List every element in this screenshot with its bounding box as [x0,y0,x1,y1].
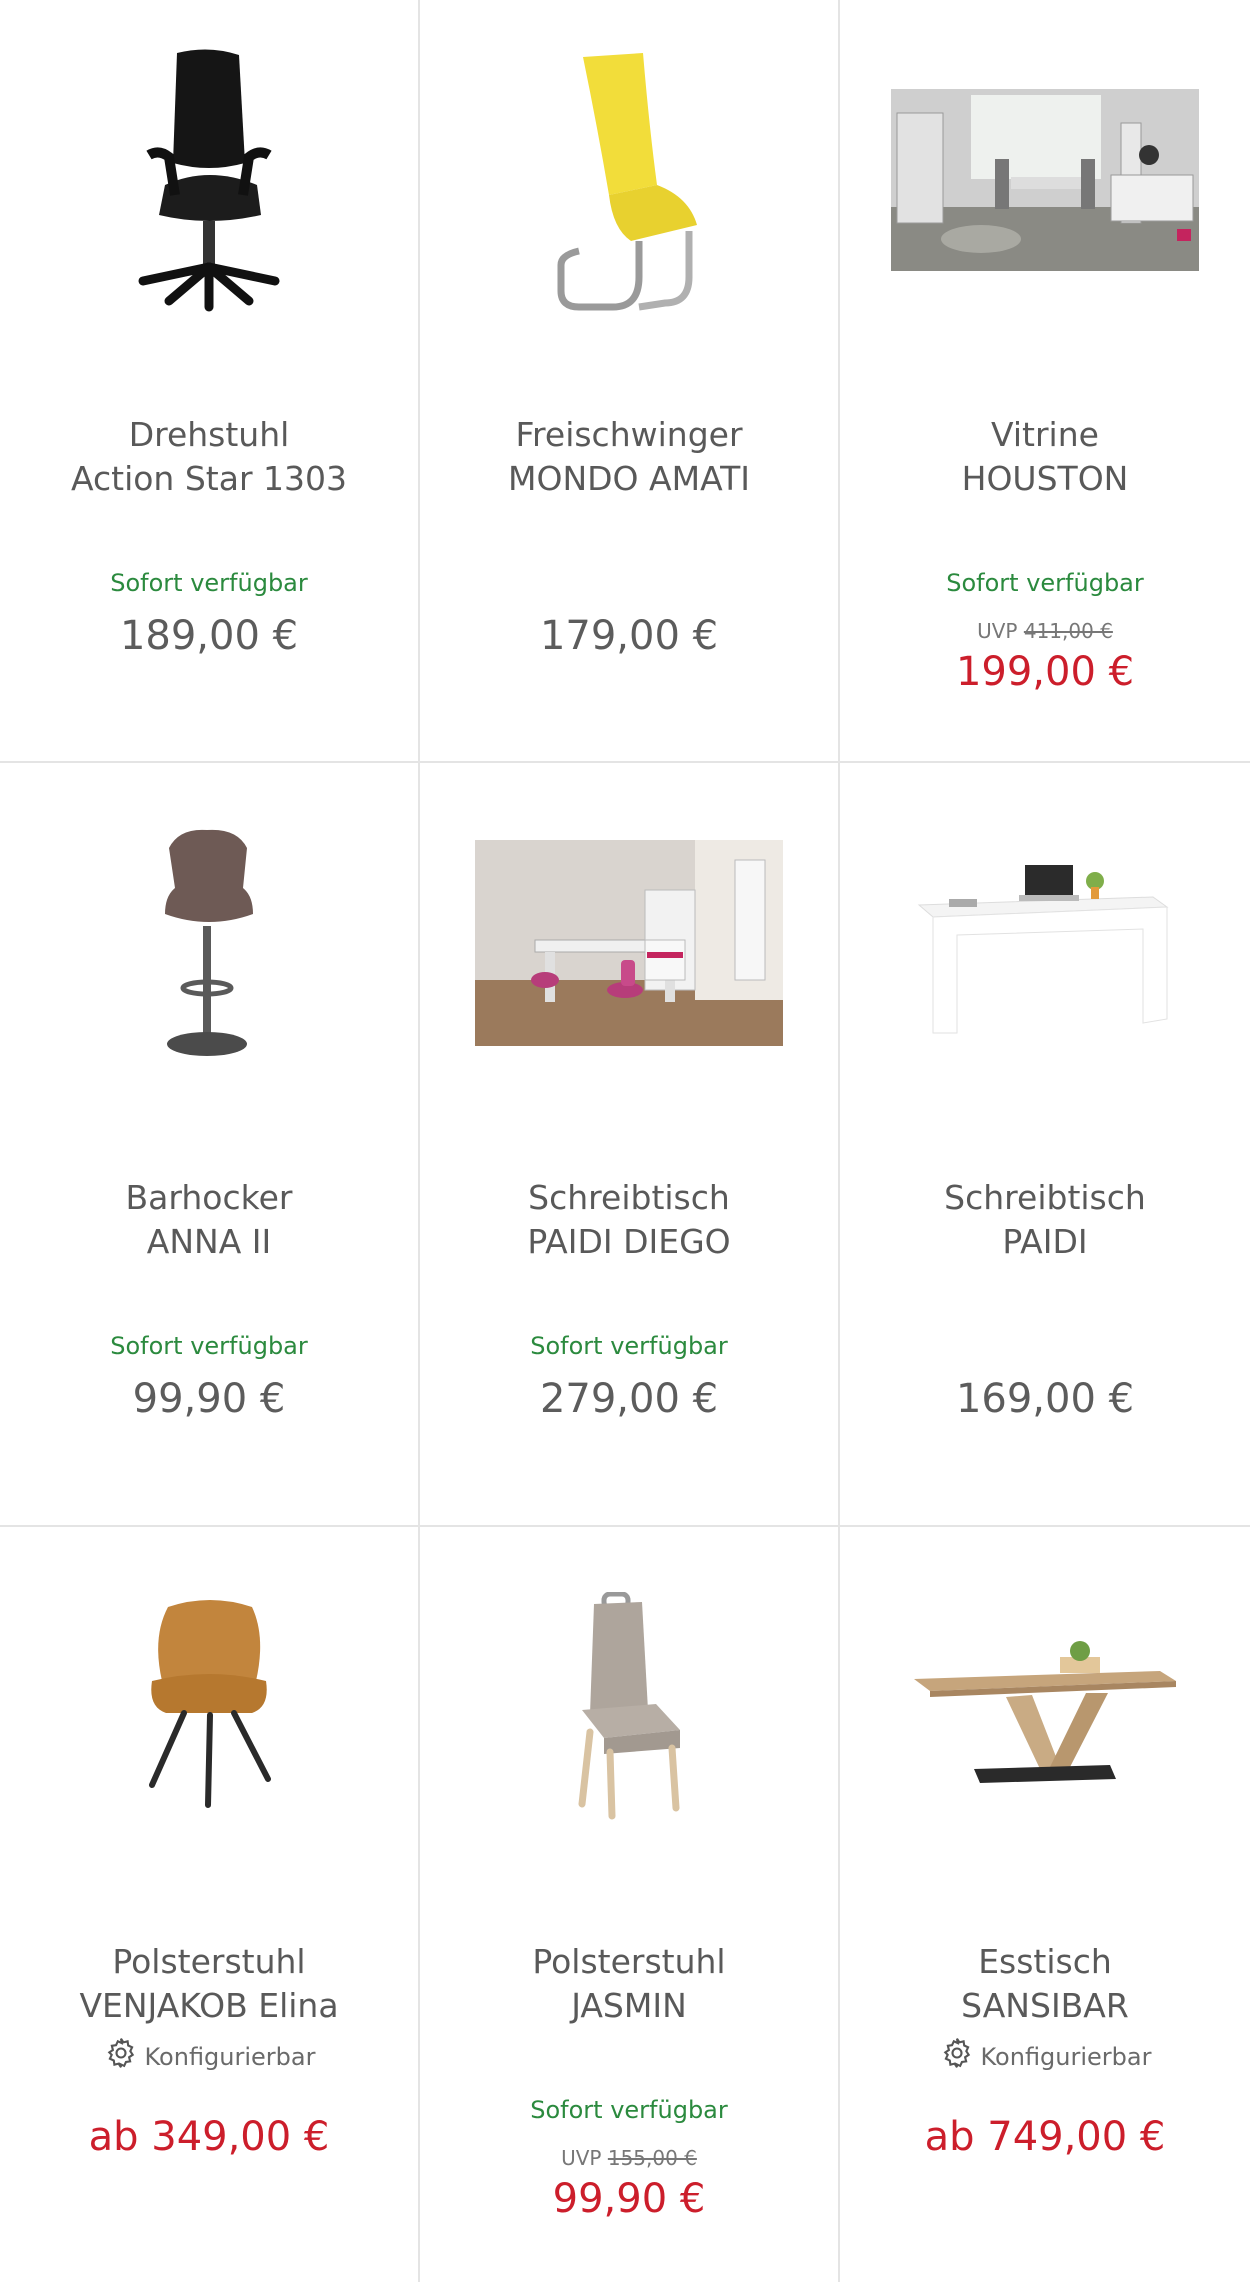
availability-status: Sofort verfügbar [110,569,308,597]
product-card-freischwinger[interactable]: Freischwinger MONDO AMATI 179,00 € [420,0,838,761]
product-category: Drehstuhl [128,415,290,454]
product-model: PAIDI DIEGO [527,1222,731,1261]
uvp-value: 155,00 € [607,2146,697,2170]
office-chair-image[interactable] [0,30,418,330]
uvp-label: UVP [977,619,1018,643]
product-title[interactable]: Drehstuhl Action Star 1303 [0,413,418,501]
product-card-jasmin[interactable]: Polsterstuhl JASMIN Sofort verfügbar UVP… [420,1527,838,2282]
product-model: PAIDI [1002,1222,1088,1261]
product-category: Schreibtisch [944,1178,1146,1217]
product-model: Action Star 1303 [71,459,347,498]
product-card-barhocker[interactable]: Barhocker ANNA II Sofort verfügbar 99,90… [0,763,418,1525]
sale-price: 99,90 € [552,2176,706,2222]
product-price: 279,00 € [539,1376,719,1422]
product-title[interactable]: Barhocker ANNA II [0,1176,418,1264]
product-card-sansibar[interactable]: Esstisch SANSIBAR Konfigurierbar ab 749,… [840,1527,1250,2282]
product-card-drehstuhl[interactable]: Drehstuhl Action Star 1303 Sofort verfüg… [0,0,418,761]
product-price: 179,00 € [539,613,719,659]
product-category: Freischwinger [515,415,743,454]
kids-room-photo[interactable] [420,793,838,1093]
living-room-photo[interactable] [840,30,1250,330]
product-grid: Drehstuhl Action Star 1303 Sofort verfüg… [0,0,1250,2282]
uvp-price: UVP 411,00 € [840,618,1250,644]
product-category: Polsterstuhl [112,1942,306,1981]
product-category: Vitrine [991,415,1099,454]
gear-icon [107,2038,134,2068]
product-card-paidi[interactable]: Schreibtisch PAIDI 169,00 € [840,763,1250,1525]
product-price: ab 349,00 € [88,2114,330,2160]
uvp-label: UVP [561,2146,602,2170]
product-title[interactable]: Polsterstuhl JASMIN [420,1940,838,2028]
product-model: HOUSTON [961,459,1129,498]
configurable-label: Konfigurierbar [144,2043,316,2071]
configurable-badge[interactable]: Konfigurierbar [0,2035,418,2072]
availability-status: Sofort verfügbar [530,1332,728,1360]
product-category: Polsterstuhl [532,1942,726,1981]
uvp-price: UVP 155,00 € [420,2145,838,2171]
product-model: JASMIN [571,1986,687,2025]
product-title[interactable]: Schreibtisch PAIDI DIEGO [420,1176,838,1264]
product-title[interactable]: Esstisch SANSIBAR [840,1940,1250,2028]
product-title[interactable]: Vitrine HOUSTON [840,413,1250,501]
product-title[interactable]: Schreibtisch PAIDI [840,1176,1250,1264]
cantilever-chair-image[interactable] [420,30,838,330]
availability-status: Sofort verfügbar [946,569,1144,597]
upholstered-armchair-image[interactable] [0,1557,418,1857]
white-desk-image[interactable] [840,793,1250,1093]
uvp-value: 411,00 € [1023,619,1113,643]
product-card-paidi-diego[interactable]: Schreibtisch PAIDI DIEGO Sofort verfügba… [420,763,838,1525]
product-category: Barhocker [125,1178,293,1217]
dining-table-image[interactable] [840,1557,1250,1857]
product-card-vitrine[interactable]: Vitrine HOUSTON Sofort verfügbar UVP 411… [840,0,1250,761]
availability-status: Sofort verfügbar [110,1332,308,1360]
product-model: MONDO AMATI [508,459,750,498]
configurable-label: Konfigurierbar [980,2043,1152,2071]
product-card-venjakob-elina[interactable]: Polsterstuhl VENJAKOB Elina Konfigurierb… [0,1527,418,2282]
gear-icon [943,2038,970,2068]
availability-status: Sofort verfügbar [530,2096,728,2124]
product-model: VENJAKOB Elina [79,1986,339,2025]
product-price: ab 749,00 € [924,2114,1166,2160]
product-price: 169,00 € [955,1376,1135,1422]
product-category: Schreibtisch [528,1178,730,1217]
product-price: 189,00 € [119,613,299,659]
product-model: SANSIBAR [961,1986,1129,2025]
product-title[interactable]: Freischwinger MONDO AMATI [420,413,838,501]
configurable-badge[interactable]: Konfigurierbar [840,2035,1250,2072]
dining-chair-image[interactable] [420,1557,838,1857]
sale-price: 199,00 € [955,649,1135,695]
product-price: 99,90 € [132,1376,286,1422]
product-title[interactable]: Polsterstuhl VENJAKOB Elina [0,1940,418,2028]
bar-stool-image[interactable] [0,793,418,1093]
product-model: ANNA II [146,1222,272,1261]
product-category: Esstisch [978,1942,1112,1981]
